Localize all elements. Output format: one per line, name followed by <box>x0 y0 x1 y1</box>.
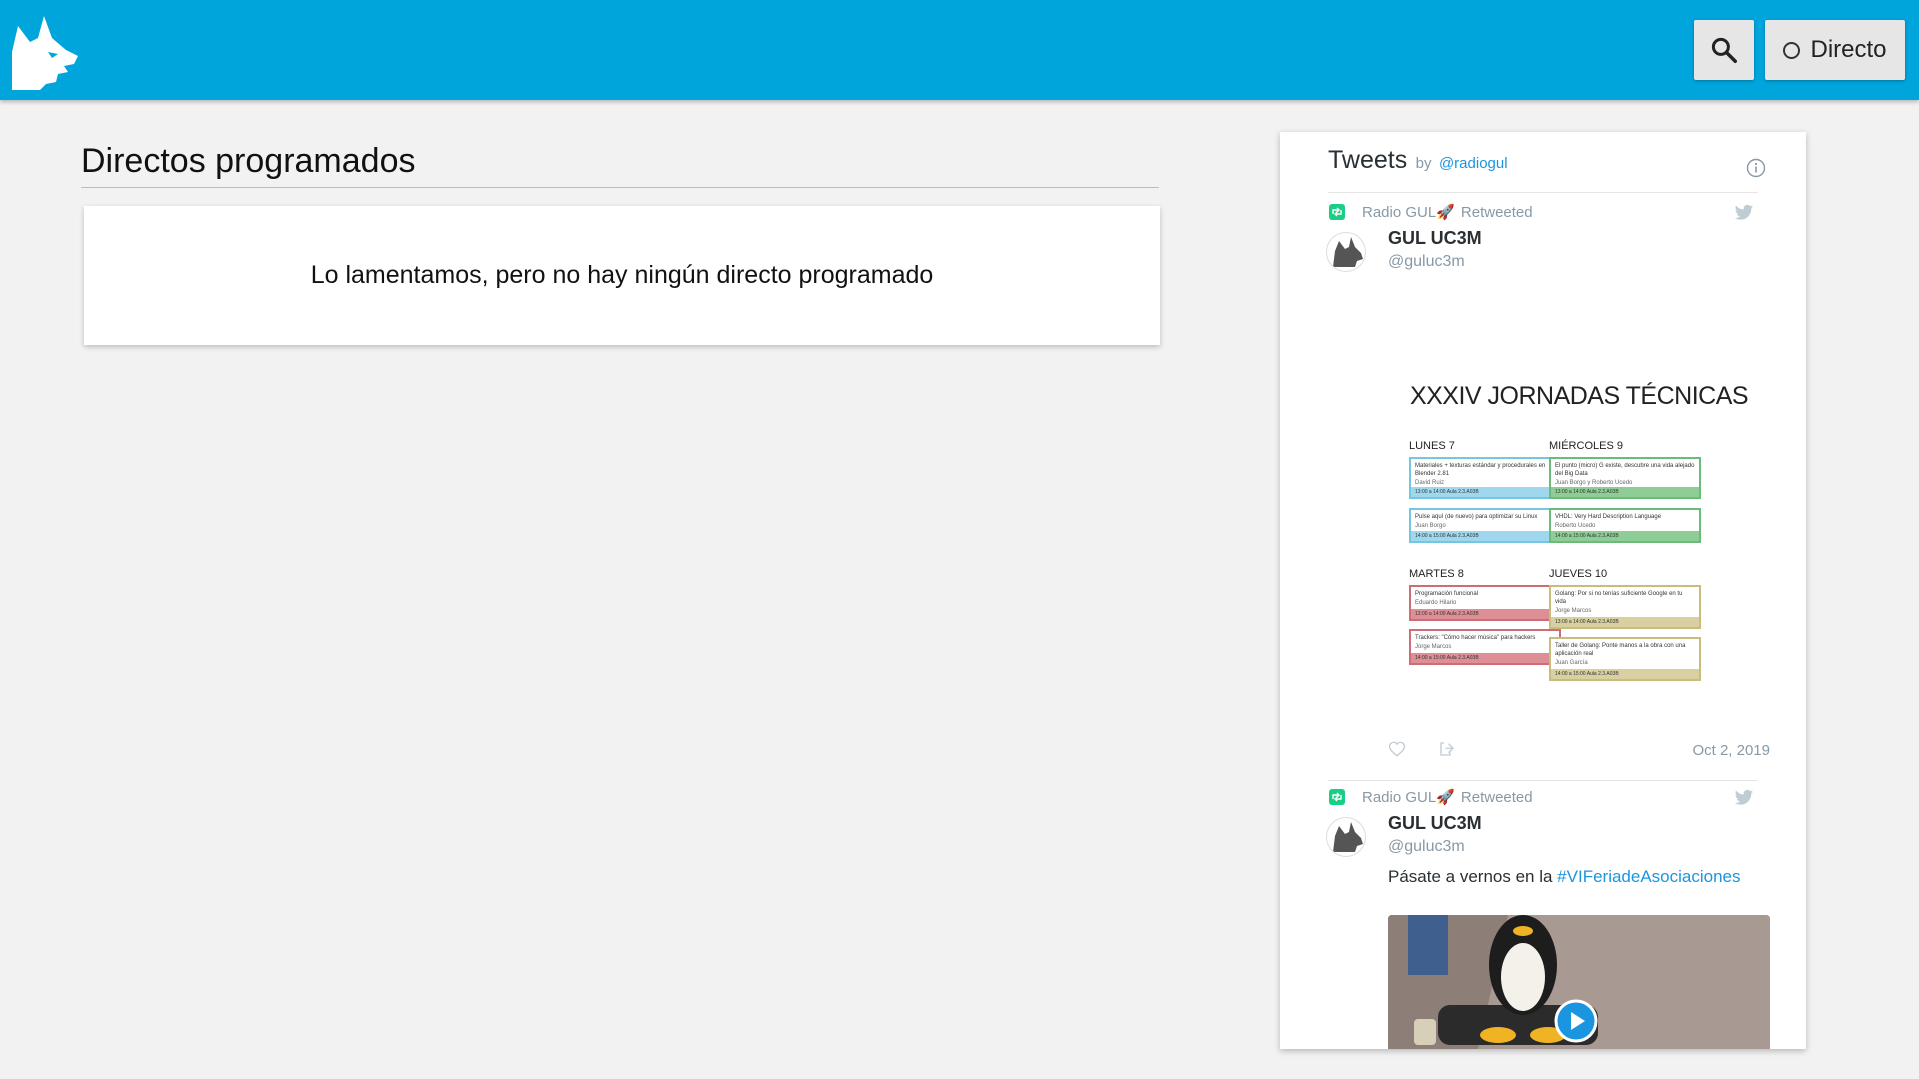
retweet-icon <box>1329 789 1345 805</box>
author-name[interactable]: GUL UC3M <box>1388 228 1482 249</box>
search-button[interactable] <box>1694 20 1754 80</box>
event-title: Materiales + texturas estándar y procedu… <box>1415 463 1546 477</box>
retweet-line: Radio GUL🚀 Retweeted <box>1362 787 1533 807</box>
retweeter-name[interactable]: Radio GUL🚀 <box>1362 788 1455 806</box>
twitter-bird-icon[interactable] <box>1734 204 1754 222</box>
event-time: 14:00 a 15:00 Aula 2.3.A03B <box>1411 531 1559 541</box>
event-title: Programación funcional <box>1415 591 1479 597</box>
retweeter-name[interactable]: Radio GUL🚀 <box>1362 203 1455 221</box>
event-time: 13:00 a 14:00 Aula 2.3.A03B <box>1411 609 1559 619</box>
poster-day: MARTES 8 <box>1409 568 1464 580</box>
poster-event: Materiales + texturas estándar y procedu… <box>1409 457 1561 499</box>
live-button-label: Directo <box>1810 36 1887 63</box>
top-bar: Directo <box>0 0 1919 100</box>
tweet[interactable]: Radio GUL🚀 Retweeted GUL UC3M @guluc3m P… <box>1326 787 1770 1049</box>
poster-event: VHDL: Very Hard Description Language Rob… <box>1549 508 1701 543</box>
poster-day: MIÉRCOLES 9 <box>1549 440 1623 452</box>
live-status-icon <box>1783 41 1801 59</box>
hashtag-link[interactable]: #VIFeriadeAsociaciones <box>1557 867 1740 886</box>
lynx-logo-icon[interactable] <box>8 12 80 92</box>
event-speaker: Jorge Marcos <box>1415 644 1452 650</box>
poster-event: Pulse aquí (de nuevo) para optimizar su … <box>1409 508 1561 543</box>
event-time: 14:00 a 15:00 Aula 2.3.A03B <box>1551 531 1699 541</box>
event-title: El punto (micro) G existe, descubre una … <box>1555 463 1695 477</box>
tweet-text-prefix: Pásate a vernos en la <box>1388 867 1558 886</box>
retweet-line: Radio GUL🚀 Retweeted <box>1362 202 1533 222</box>
event-title: Taller de Golang: Ponte manos a la obra … <box>1555 643 1686 657</box>
retweeted-label: Retweeted <box>1460 203 1533 221</box>
event-speaker: David Ruiz <box>1415 480 1445 486</box>
author-avatar[interactable] <box>1326 817 1366 857</box>
author-name[interactable]: GUL UC3M <box>1388 813 1482 834</box>
event-title: VHDL: Very Hard Description Language <box>1555 514 1662 520</box>
event-speaker: Juan Borgo y Roberto Ucedo <box>1555 480 1633 486</box>
author-avatar[interactable] <box>1326 232 1366 272</box>
info-icon[interactable] <box>1746 158 1766 178</box>
tweet-author[interactable]: GUL UC3M @guluc3m <box>1388 228 1482 271</box>
poster-event: Golang: Por si no tenías suficiente Goog… <box>1549 585 1701 629</box>
widget-by: by <box>1415 155 1432 172</box>
widget-header: Tweets by @radiogul <box>1328 146 1766 193</box>
search-icon <box>1711 37 1737 63</box>
poster-event: El punto (micro) G existe, descubre una … <box>1549 457 1701 499</box>
poster-day: LUNES 7 <box>1409 440 1455 452</box>
tweet-actions: Oct 2, 2019 <box>1388 740 1770 760</box>
play-icon[interactable] <box>1554 999 1598 1043</box>
tweet-image-poster[interactable]: XXXIV JORNADAS TÉCNICAS LUNES 7 MIÉRCOLE… <box>1388 302 1770 752</box>
event-title: Trackers: "Cómo hacer música" para hacke… <box>1415 635 1536 641</box>
event-speaker: Jorge Marcos <box>1555 608 1592 614</box>
event-title: Golang: Por si no tenías suficiente Goog… <box>1555 591 1683 605</box>
share-icon[interactable] <box>1438 740 1456 758</box>
poster-event: Taller de Golang: Ponte manos a la obra … <box>1549 637 1701 681</box>
event-speaker: Roberto Ucedo <box>1555 523 1596 529</box>
live-button[interactable]: Directo <box>1765 20 1905 80</box>
retweeted-label: Retweeted <box>1460 788 1533 806</box>
widget-handle-link[interactable]: @radiogul <box>1439 155 1508 172</box>
poster-event: Programación funcional Eduardo Hilario 1… <box>1409 585 1561 621</box>
poster-title: XXXIV JORNADAS TÉCNICAS <box>1409 382 1749 410</box>
event-speaker: Eduardo Hilario <box>1415 600 1457 606</box>
tweet[interactable]: Radio GUL🚀 Retweeted GUL UC3M @guluc3m X… <box>1326 202 1770 781</box>
widget-title: Tweets <box>1328 146 1408 174</box>
event-speaker: Juan García <box>1555 660 1588 666</box>
author-handle[interactable]: @guluc3m <box>1388 838 1482 856</box>
empty-schedule-card: Lo lamentamos, pero no hay ningún direct… <box>84 206 1160 345</box>
event-speaker: Juan Borgo <box>1415 523 1446 529</box>
retweet-icon <box>1329 204 1345 220</box>
event-time: 13:00 a 14:00 Aula 2.3.A03B <box>1551 617 1699 627</box>
heart-icon[interactable] <box>1388 740 1406 758</box>
page-title: Directos programados <box>81 142 1159 188</box>
twitter-bird-icon[interactable] <box>1734 789 1754 807</box>
tweet-video-thumbnail[interactable] <box>1388 915 1770 1049</box>
poster-day: JUEVES 10 <box>1549 568 1608 580</box>
tweet-text: Pásate a vernos en la #VIFeriadeAsociaci… <box>1388 867 1741 887</box>
event-time: 14:00 a 15:00 Aula 2.3.A03B <box>1411 653 1559 663</box>
event-time: 13:00 a 14:00 Aula 2.3.A03B <box>1411 487 1559 497</box>
event-time: 14:00 a 15:00 Aula 2.3.A03B <box>1551 669 1699 679</box>
event-title: Pulse aquí (de nuevo) para optimizar su … <box>1415 514 1538 520</box>
event-time: 13:00 a 14:00 Aula 2.3.A03B <box>1551 487 1699 497</box>
author-handle[interactable]: @guluc3m <box>1388 253 1482 271</box>
tweet-date[interactable]: Oct 2, 2019 <box>1692 742 1770 759</box>
empty-message: Lo lamentamos, pero no hay ningún direct… <box>310 261 934 289</box>
tweet-author[interactable]: GUL UC3M @guluc3m <box>1388 813 1482 856</box>
poster-event: Trackers: "Cómo hacer música" para hacke… <box>1409 629 1561 665</box>
twitter-timeline-widget: Tweets by @radiogul Radio GUL🚀 Retweeted… <box>1280 132 1806 1049</box>
